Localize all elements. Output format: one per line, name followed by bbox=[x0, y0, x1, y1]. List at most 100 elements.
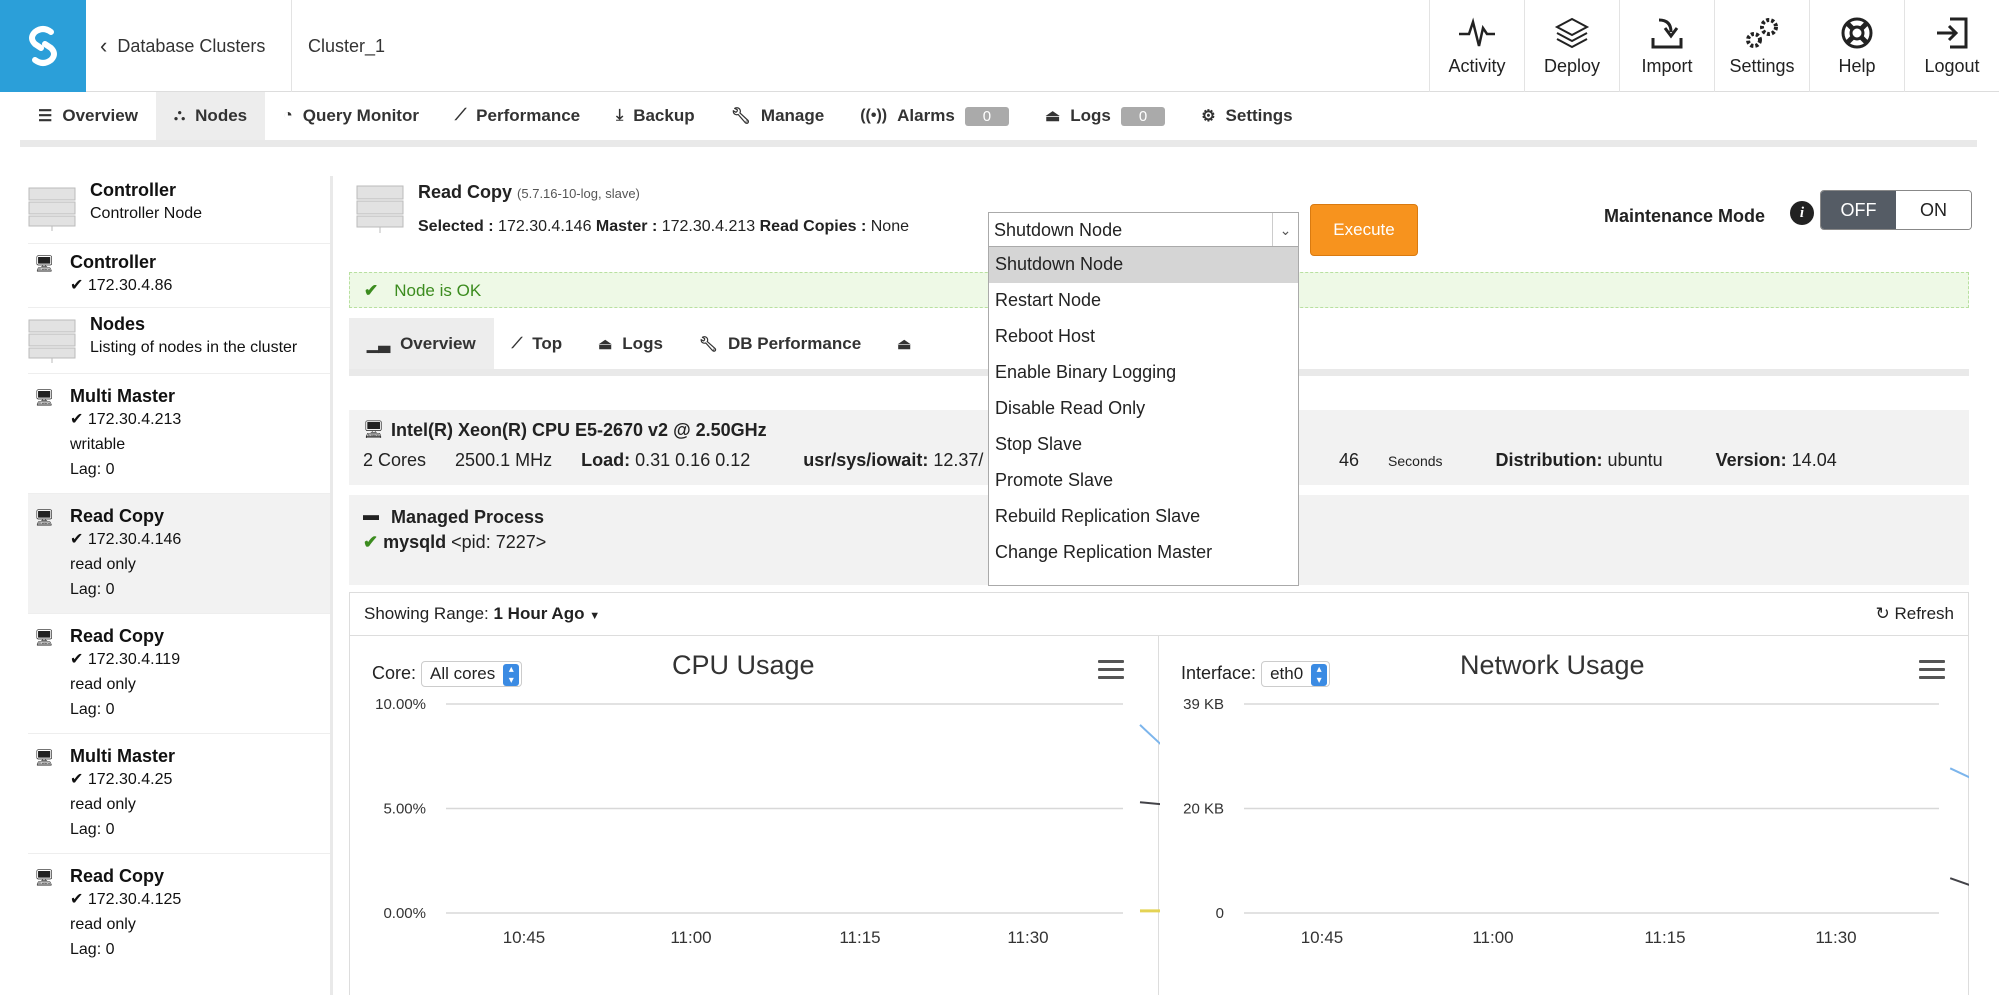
sidebar-item-line: Lag: 0 bbox=[70, 701, 115, 718]
interface-label: Interface: bbox=[1181, 663, 1257, 683]
sidebar-node-multi-master-25[interactable]: 🖥︎ Multi Master ✔ 172.30.4.25 read only … bbox=[28, 734, 330, 854]
chevron-left-icon: ‹ bbox=[100, 33, 108, 58]
action-option[interactable]: Stop Slave bbox=[989, 427, 1298, 463]
x-tick-label: 10:45 bbox=[503, 928, 546, 947]
tab-query-monitor[interactable]: ◔ Query Monitor bbox=[265, 92, 437, 140]
sidebar-item-title: Multi Master bbox=[70, 386, 176, 406]
cpu-name: Intel(R) Xeon(R) CPU E5-2670 v2 @ 2.50GH… bbox=[391, 420, 767, 440]
sidebar-item-line: Lag: 0 bbox=[70, 461, 115, 478]
network-chart-menu-icon[interactable] bbox=[1919, 660, 1945, 680]
distribution-value: ubuntu bbox=[1607, 450, 1663, 470]
tab-alarms[interactable]: ((•)) Alarms 0 bbox=[842, 92, 1027, 140]
subtab-db-performance[interactable]: 🔧︎ DB Performance bbox=[681, 318, 879, 369]
tab-logs[interactable]: ⏏ Logs 0 bbox=[1027, 92, 1183, 140]
action-option[interactable]: Disable Read Only bbox=[989, 391, 1298, 427]
app-logo[interactable] bbox=[0, 0, 86, 92]
lifebuoy-icon bbox=[1841, 17, 1873, 48]
node-action-select[interactable]: Shutdown Node ⌄ bbox=[988, 212, 1299, 248]
x-tick-label: 11:30 bbox=[1815, 928, 1856, 947]
action-option[interactable]: Enable Binary Logging bbox=[989, 355, 1298, 391]
nav-settings[interactable]: Settings bbox=[1714, 0, 1809, 92]
sidebar-item-title: Controller bbox=[90, 180, 177, 200]
refresh-button[interactable]: ↻ Refresh bbox=[1875, 604, 1954, 624]
node-icon: 🖥︎ bbox=[34, 390, 55, 407]
cpu-chart-menu-icon[interactable] bbox=[1098, 660, 1124, 680]
logo-icon bbox=[29, 26, 57, 66]
tab-overview[interactable]: ☰ Overview bbox=[20, 92, 156, 140]
node-sidebar: Controller Controller Node 🖥︎ Controller… bbox=[28, 176, 333, 995]
tab-performance-label: Performance bbox=[476, 106, 581, 125]
action-option[interactable]: Restart Node bbox=[989, 283, 1298, 319]
nav-activity-label: Activity bbox=[1448, 55, 1506, 76]
sidebar-item-title: Read Copy bbox=[70, 506, 165, 526]
range-value[interactable]: 1 Hour Ago bbox=[494, 604, 585, 623]
action-option[interactable]: Change Replication Master bbox=[989, 535, 1298, 571]
tab-backup[interactable]: ⤓ Backup bbox=[598, 92, 713, 140]
execute-button[interactable]: Execute bbox=[1310, 204, 1418, 256]
cpu-cores: 2 Cores bbox=[363, 450, 427, 470]
x-tick-label: 11:00 bbox=[670, 928, 711, 947]
info-icon[interactable]: i bbox=[1790, 201, 1814, 225]
subtab-logs[interactable]: ⏏ Logs bbox=[580, 318, 681, 369]
sidebar-item-line: Listing of nodes in the cluster bbox=[90, 339, 298, 356]
sidebar-item-line: read only bbox=[70, 676, 136, 693]
subtab-overview-label: Overview bbox=[400, 333, 476, 353]
process-pid: <pid: 7227> bbox=[451, 532, 547, 552]
nav-deploy[interactable]: Deploy bbox=[1524, 0, 1619, 92]
top-nav: Activity Deploy Import Settings Help Log… bbox=[1429, 0, 1999, 92]
node-title: Read Copy (5.7.16-10-log, slave) bbox=[418, 182, 640, 203]
y-tick-label: 5.00% bbox=[383, 801, 426, 818]
subtab-top[interactable]: ⟋ Top bbox=[494, 318, 580, 369]
tab-manage[interactable]: 🔧︎ Manage bbox=[713, 92, 843, 140]
x-tick-label: 11:00 bbox=[1472, 928, 1513, 947]
cpu-stats-right: 46 Seconds Distribution: ubuntu Version:… bbox=[1339, 450, 1885, 471]
gears-icon bbox=[1746, 17, 1778, 48]
nav-import[interactable]: Import bbox=[1619, 0, 1714, 92]
sidebar-nodes-header[interactable]: Nodes Listing of nodes in the cluster bbox=[28, 308, 330, 374]
nav-help[interactable]: Help bbox=[1809, 0, 1904, 92]
caret-down-icon[interactable]: ▼ bbox=[589, 610, 600, 622]
x-tick-label: 11:30 bbox=[1007, 928, 1048, 947]
sidebar-node-multi-master-213[interactable]: 🖥︎ Multi Master ✔ 172.30.4.213 writable … bbox=[28, 374, 330, 494]
line-chart-icon: ⟋ bbox=[454, 107, 467, 124]
sidebar-item-line: ✔ 172.30.4.213 bbox=[70, 411, 182, 428]
sidebar-item-title: Multi Master bbox=[70, 746, 176, 766]
tab-query-monitor-label: Query Monitor bbox=[302, 106, 419, 125]
y-tick-label: 10.00% bbox=[375, 696, 426, 713]
maintenance-on-button[interactable]: ON bbox=[1896, 191, 1971, 229]
tab-performance[interactable]: ⟋ Performance bbox=[437, 92, 598, 140]
nav-activity[interactable]: Activity bbox=[1429, 0, 1524, 92]
x-tick-label: 11:15 bbox=[1644, 928, 1685, 947]
action-option[interactable]: Shutdown Node bbox=[989, 247, 1298, 283]
sidebar-node-read-copy-119[interactable]: 🖥︎ Read Copy ✔ 172.30.4.119 read only La… bbox=[28, 614, 330, 734]
uptime-unit: Seconds bbox=[1388, 453, 1443, 469]
uptime: 46 Seconds bbox=[1339, 450, 1467, 470]
cpu-icon: 🖥︎ bbox=[363, 420, 385, 439]
subtab-overview[interactable]: ▁▃ Overview bbox=[349, 318, 494, 369]
action-option[interactable]: Promote Slave bbox=[989, 463, 1298, 499]
hdd-icon: ⏏ bbox=[1045, 108, 1061, 125]
tab-settings[interactable]: ⚙ Settings bbox=[1183, 92, 1310, 140]
sidebar-node-read-copy-125[interactable]: 🖥︎ Read Copy ✔ 172.30.4.125 read only La… bbox=[28, 854, 330, 972]
nav-import-label: Import bbox=[1641, 55, 1693, 76]
interface-select[interactable]: eth0 ▴ ▾ bbox=[1261, 661, 1331, 687]
sidebar-node-read-copy-146[interactable]: 🖥︎ Read Copy ✔ 172.30.4.146 read only La… bbox=[28, 494, 330, 614]
subtab-hidden[interactable]: ⏏ bbox=[879, 318, 939, 369]
core-select[interactable]: All cores ▴ ▾ bbox=[421, 661, 523, 687]
action-option[interactable]: Rebuild Replication Slave bbox=[989, 499, 1298, 535]
cpu-load: Load: 0.31 0.16 0.12 bbox=[581, 450, 774, 470]
range-bar: Showing Range: 1 Hour Ago ▼ ↻ Refresh bbox=[349, 592, 1969, 636]
series-line bbox=[1139, 801, 1160, 806]
back-label: Database Clusters bbox=[117, 35, 266, 56]
tab-nodes[interactable]: ⛬ Nodes bbox=[155, 92, 266, 140]
nav-logout[interactable]: Logout bbox=[1904, 0, 1999, 92]
action-option[interactable]: Reboot Host bbox=[989, 319, 1298, 355]
nav-logout-label: Logout bbox=[1924, 55, 1980, 76]
maintenance-off-button[interactable]: OFF bbox=[1821, 191, 1896, 229]
subtab-db-performance-label: DB Performance bbox=[727, 333, 862, 353]
master-ip: 172.30.4.213 bbox=[661, 218, 756, 235]
back-to-clusters-link[interactable]: ‹ Database Clusters bbox=[86, 0, 292, 92]
nav-deploy-label: Deploy bbox=[1543, 55, 1601, 76]
sidebar-controller-header[interactable]: Controller Controller Node bbox=[28, 176, 330, 244]
sidebar-item-controller[interactable]: 🖥︎ Controller ✔ 172.30.4.86 bbox=[28, 244, 330, 308]
